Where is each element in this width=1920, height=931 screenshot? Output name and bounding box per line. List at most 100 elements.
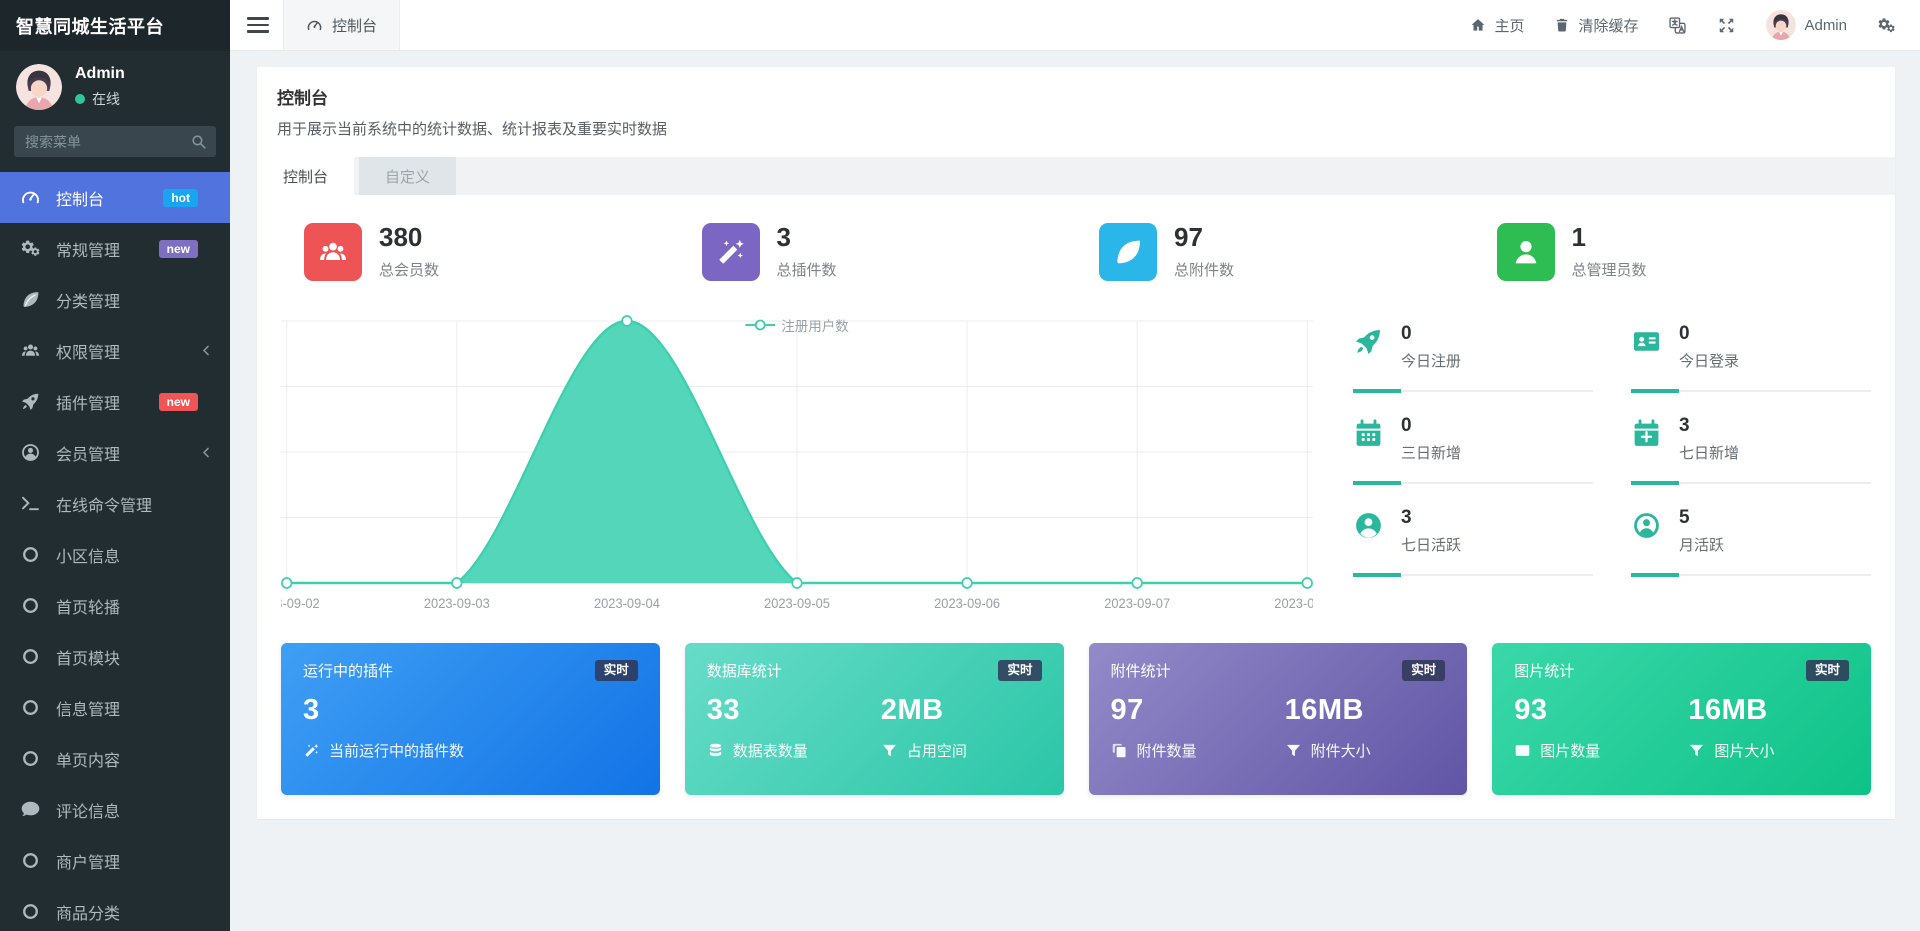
sidebar-item-carousel[interactable]: 首页轮播 [0,580,230,631]
panel-header: 控制台 用于展示当前系统中的统计数据、统计报表及重要实时数据 [257,67,1895,157]
mid-row: 注册用户数 2023-09-022023-09-032023-09-042023… [281,311,1871,617]
sidebar-item-merchant[interactable]: 商户管理 [0,835,230,886]
card-value2: 16MB [1688,694,1774,727]
sidebar-item-page[interactable]: 单页内容 [0,733,230,784]
online-dot [75,94,85,104]
chart-legend[interactable]: 注册用户数 [745,315,849,335]
avatar-image [1766,10,1796,40]
realtime-badge: 实时 [1806,660,1849,681]
accent-bar [1631,573,1679,577]
top-navbar: 控制台 主页 清除缓存 [230,0,1920,51]
user-name: Admin [75,65,125,83]
ministat-今日登录: 0今日登录 [1631,323,1871,392]
home-label: 主页 [1494,15,1524,36]
sidebar-item-community[interactable]: 小区信息 [0,529,230,580]
sidebar-toggle-icon[interactable] [247,13,269,37]
card-value: 3 [303,694,464,727]
search-input[interactable] [14,126,216,157]
circle-icon [20,595,41,616]
language-icon [1668,16,1687,35]
card-value-label: 附件数量 [1137,740,1197,761]
settings-button[interactable] [1877,16,1896,35]
sidebar-item-category[interactable]: 分类管理 [0,274,230,325]
card-value-label: 图片数量 [1540,740,1600,761]
circle-icon [20,544,41,565]
registered-users-chart: 注册用户数 2023-09-022023-09-032023-09-042023… [281,311,1313,617]
users-icon [20,340,41,361]
ministat-label: 今日登录 [1679,350,1739,371]
sidebar-item-label: 在线命令管理 [56,492,214,516]
legend-label: 注册用户数 [781,315,849,335]
sidebar-item-goods[interactable]: 商品分类 [0,886,230,931]
dashboard-panel: 控制台 用于展示当前系统中的统计数据、统计报表及重要实时数据 控制台自定义 38… [257,67,1895,819]
rocket-icon [20,391,41,412]
home-icon [1470,17,1486,33]
sidebar-item-label: 商户管理 [56,849,214,873]
circle-icon [20,850,41,871]
home-link[interactable]: 主页 [1470,15,1524,36]
sidebar-item-label: 会员管理 [56,441,199,465]
sidebar-item-member[interactable]: 会员管理 [0,427,230,478]
sidebar-item-plugin[interactable]: 插件管理new [0,376,230,427]
ministat-value: 3 [1401,507,1461,529]
stat-label: 总插件数 [777,259,837,280]
card-value-label: 数据表数量 [733,740,808,761]
user-panel: Admin 在线 [0,51,230,112]
fullscreen-button[interactable] [1717,16,1736,35]
sidebar-item-modules[interactable]: 首页模块 [0,631,230,682]
language-button[interactable] [1668,16,1687,35]
magic-icon [702,223,760,281]
card-value: 33 [707,694,808,727]
realtime-badge: 实时 [595,660,638,681]
sidebar-item-dashboard[interactable]: 控制台hot [0,172,230,223]
realtime-card-plugins: 运行中的插件实时3当前运行中的插件数 [281,643,660,795]
accent-bar [1631,389,1679,393]
user-status: 在线 [75,89,125,109]
sidebar-item-command[interactable]: 在线命令管理 [0,478,230,529]
sidebar-item-label: 首页模块 [56,645,214,669]
ministat-今日注册: 0今日注册 [1353,323,1593,392]
ministat-value: 3 [1679,415,1739,437]
trash-icon [1554,17,1570,33]
stat-label: 总会员数 [379,259,439,280]
tab-custom[interactable]: 自定义 [359,157,456,195]
sidebar-item-comment[interactable]: 评论信息 [0,784,230,835]
card-value2-label: 图片大小 [1714,740,1774,761]
user-menu[interactable]: Admin [1766,10,1847,40]
ministat-七日新增: 3七日新增 [1631,415,1871,484]
sidebar-item-label: 小区信息 [56,543,214,567]
ministat-value: 0 [1401,415,1461,437]
svg-text:2023-09-02: 2023-09-02 [281,596,320,611]
sidebar-item-info[interactable]: 信息管理 [0,682,230,733]
realtime-card-images: 图片统计实时93图片数量16MB图片大小 [1492,643,1871,795]
card-value2: 2MB [881,694,967,727]
chevron-left-icon [199,343,214,358]
ministat-label: 今日注册 [1401,350,1461,371]
accent-bar [1353,389,1401,393]
user-info: Admin 在线 [75,65,125,109]
sidebar-item-label: 评论信息 [56,798,214,822]
sidebar-item-label: 首页轮播 [56,594,214,618]
card-title: 运行中的插件 [303,660,393,681]
app-title: 智慧同城生活平台 [0,0,230,51]
svg-text:2023-09-03: 2023-09-03 [424,596,490,611]
page-subtitle: 用于展示当前系统中的统计数据、统计报表及重要实时数据 [277,118,1875,157]
copy-icon [1111,742,1128,759]
realtime-cards-row: 运行中的插件实时3当前运行中的插件数数据库统计实时33数据表数量2MB占用空间附… [281,643,1871,795]
tab-dashboard[interactable]: 控制台 [257,157,354,195]
stat-value: 97 [1174,224,1234,251]
avatar[interactable] [16,64,62,110]
sidebar-item-permission[interactable]: 权限管理 [0,325,230,376]
sidebar: 智慧同城生活平台 Admin 在线 [0,0,230,931]
navbar-tab-dashboard[interactable]: 控制台 [283,0,400,50]
search-icon [190,133,207,150]
card-value: 97 [1111,694,1197,727]
rocket-icon [1353,326,1384,357]
page-content: 控制台 用于展示当前系统中的统计数据、统计报表及重要实时数据 控制台自定义 38… [230,51,1920,931]
sidebar-item-general[interactable]: 常规管理new [0,223,230,274]
clear-cache-link[interactable]: 清除缓存 [1554,15,1638,36]
svg-text:2023-09-05: 2023-09-05 [764,596,830,611]
calendar-icon [1353,418,1384,449]
terminal-icon [20,493,41,514]
stat-label: 总附件数 [1174,259,1234,280]
